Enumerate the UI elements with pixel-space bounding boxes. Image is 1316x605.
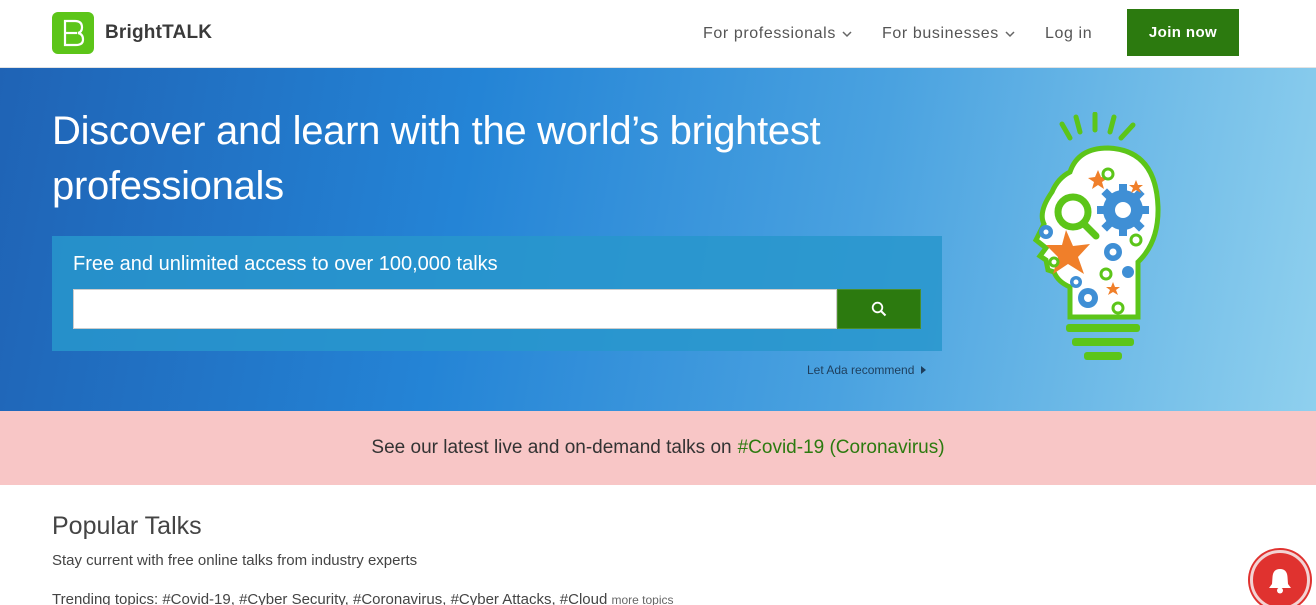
- topic-link[interactable]: #Cyber Security,: [239, 591, 349, 605]
- bell-icon: [1269, 569, 1291, 594]
- search-icon: [871, 301, 887, 317]
- site-header: BrightTALK For professionals For busines…: [0, 0, 1316, 68]
- search-panel: Free and unlimited access to over 100,00…: [52, 236, 942, 351]
- search-input[interactable]: [73, 289, 837, 329]
- topic-link[interactable]: #Cyber Attacks,: [451, 591, 556, 605]
- hero-title: Discover and learn with the world’s brig…: [52, 109, 821, 208]
- nav-for-professionals-label: For professionals: [703, 25, 836, 42]
- trending-topics-label: Trending topics:: [52, 591, 159, 605]
- triangle-right-icon: [921, 366, 927, 374]
- more-topics-link[interactable]: more topics: [612, 593, 674, 605]
- chevron-down-icon: [1005, 31, 1015, 38]
- lightbulb-head-icon: [1032, 112, 1161, 360]
- brand-logo-link[interactable]: BrightTALK: [52, 12, 212, 54]
- covid-banner-text: See our latest live and on-demand talks …: [371, 437, 732, 458]
- topic-link[interactable]: #Coronavirus,: [353, 591, 446, 605]
- search-label: Free and unlimited access to over 100,00…: [73, 253, 498, 275]
- brighttalk-b-logo-icon: [52, 12, 94, 54]
- popular-talks-title: Popular Talks: [52, 512, 202, 540]
- covid-banner: See our latest live and on-demand talks …: [0, 411, 1316, 485]
- nav-for-professionals[interactable]: For professionals: [703, 0, 852, 68]
- ada-recommend-label: Let Ada recommend: [807, 363, 915, 377]
- brand-name: BrightTALK: [105, 22, 213, 43]
- join-now-button[interactable]: Join now: [1127, 9, 1239, 56]
- topic-link[interactable]: #Cloud: [560, 591, 608, 605]
- popular-talks-subtitle: Stay current with free online talks from…: [52, 552, 418, 569]
- covid-banner-link[interactable]: #Covid-19 (Coronavirus): [738, 437, 945, 459]
- ada-recommend-link[interactable]: Let Ada recommend: [807, 363, 927, 377]
- nav-for-businesses[interactable]: For businesses: [882, 0, 1015, 68]
- nav-login-link[interactable]: Log in: [1045, 0, 1092, 68]
- topic-link[interactable]: #Covid-19,: [162, 591, 235, 605]
- chevron-down-icon: [842, 31, 852, 38]
- hero-section: Discover and learn with the world’s brig…: [0, 68, 1316, 411]
- search-button[interactable]: [837, 289, 921, 329]
- nav-for-businesses-label: For businesses: [882, 25, 999, 42]
- notification-bell-button[interactable]: [1250, 550, 1310, 605]
- trending-topics: Trending topics: #Covid-19, #Cyber Secur…: [52, 591, 674, 605]
- nav-login-label: Log in: [1045, 25, 1093, 42]
